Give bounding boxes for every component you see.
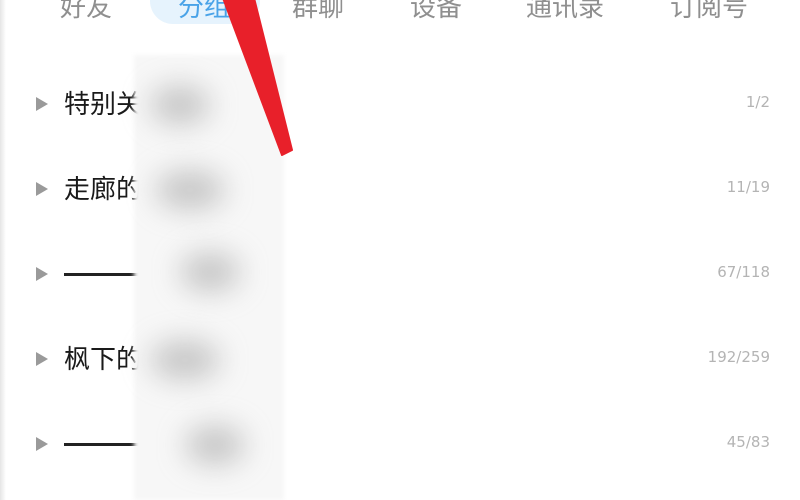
caret-right-icon (36, 352, 48, 366)
caret-right-icon (36, 437, 48, 451)
privacy-blur (180, 252, 240, 292)
tab-groups[interactable]: 分组 (178, 0, 230, 32)
group-row[interactable]: 走廊的 11/19 (0, 160, 800, 220)
tab-group-chats[interactable]: 群聊 (292, 0, 344, 32)
group-name-dash (64, 443, 140, 446)
privacy-blur (150, 340, 220, 380)
contacts-screen: 好友 分组 群聊 设备 通讯录 订阅号 特别关 1/2 走廊的 11/19 67… (0, 0, 800, 500)
contacts-tab-bar: 好友 分组 群聊 设备 通讯录 订阅号 (0, 0, 800, 32)
tab-friends[interactable]: 好友 (60, 0, 112, 32)
tab-subscriptions[interactable]: 订阅号 (670, 0, 748, 32)
group-online-count: 67/118 (717, 263, 770, 281)
tab-devices[interactable]: 设备 (410, 0, 462, 32)
group-name: 特别关 (64, 90, 143, 120)
group-online-count: 45/83 (726, 433, 770, 451)
group-online-count: 1/2 (745, 93, 770, 111)
group-row[interactable]: 45/83 (0, 415, 800, 475)
group-row[interactable]: 特别关 1/2 (0, 75, 800, 135)
caret-right-icon (36, 97, 48, 111)
group-name: 枫下的 (64, 345, 143, 375)
group-online-count: 11/19 (726, 178, 770, 196)
privacy-blur (150, 85, 210, 125)
caret-right-icon (36, 267, 48, 281)
group-row[interactable]: 67/118 (0, 245, 800, 305)
group-online-count: 192/259 (707, 348, 770, 366)
tab-address-book[interactable]: 通讯录 (526, 0, 604, 32)
caret-right-icon (36, 182, 48, 196)
group-name-dash (64, 273, 140, 276)
group-row[interactable]: 枫下的 192/259 (0, 330, 800, 390)
privacy-blur (155, 170, 225, 210)
privacy-blur (185, 425, 245, 465)
group-name: 走廊的 (64, 175, 143, 205)
